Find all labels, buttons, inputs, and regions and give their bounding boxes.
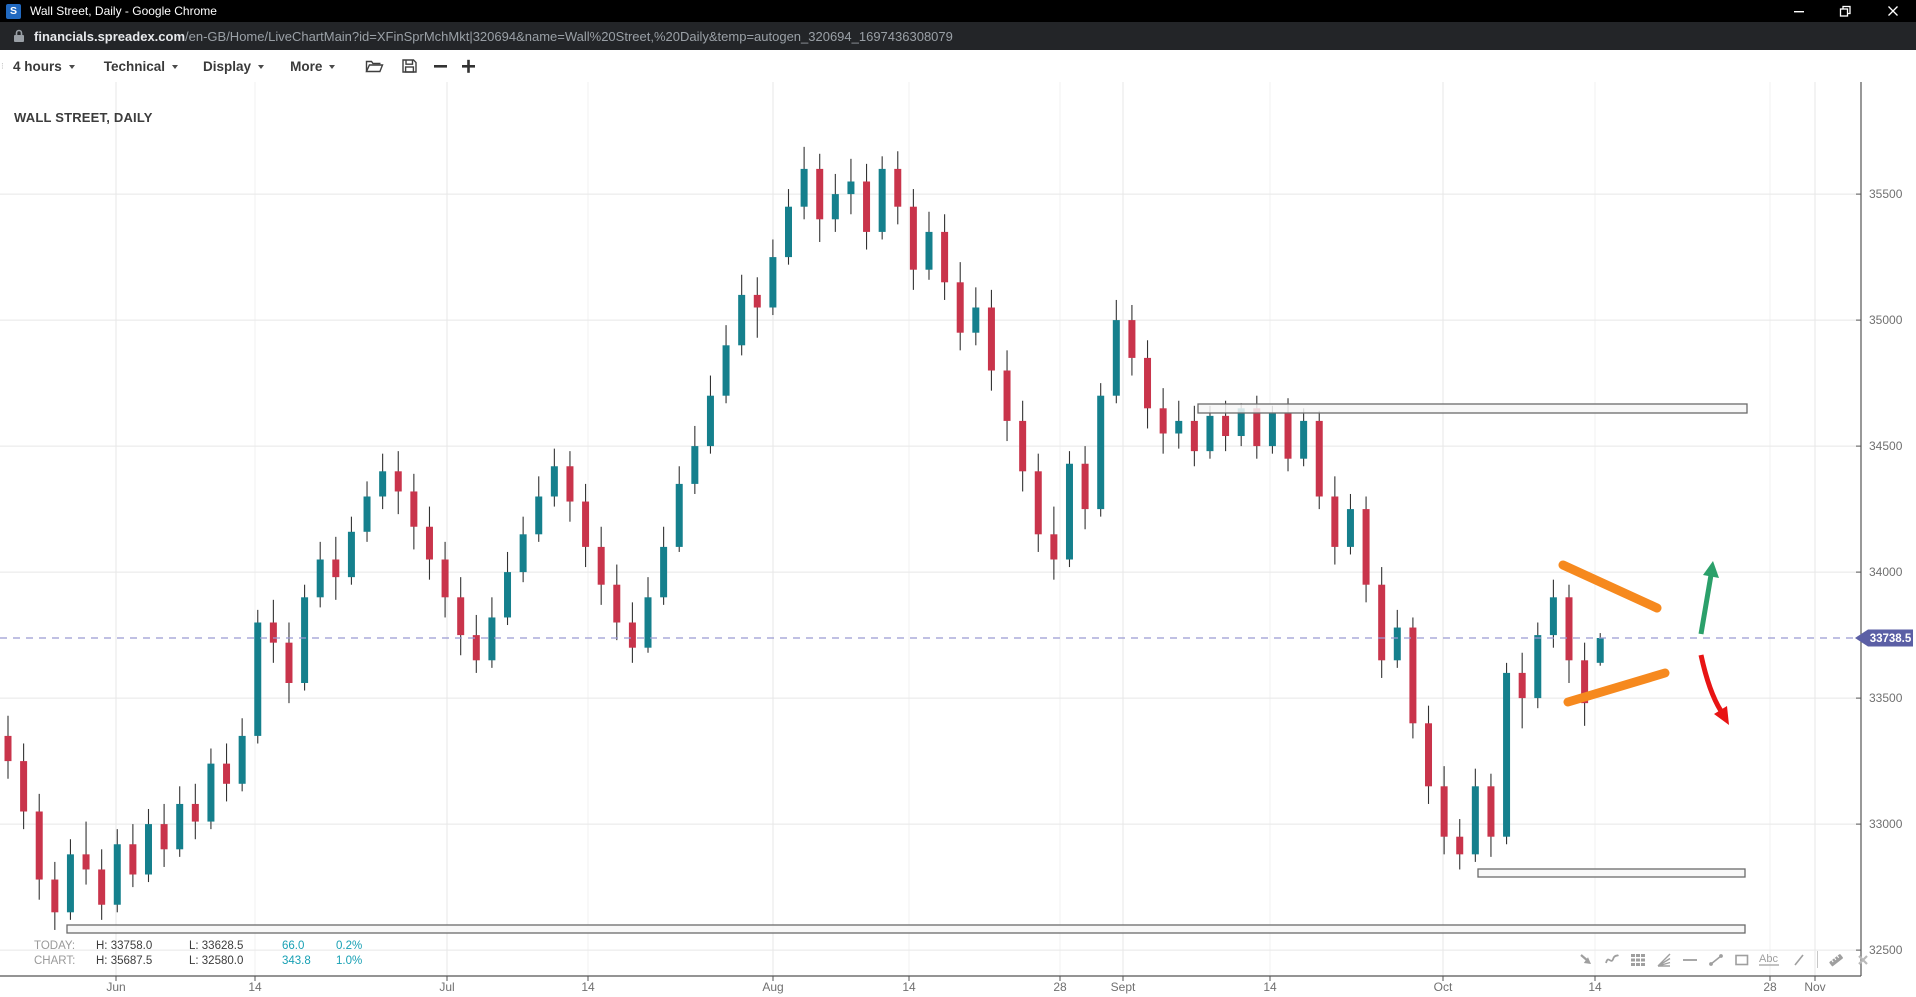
stats-row-chart: CHART: H: 35687.5 L: 32580.0 343.8 1.0% [34, 954, 382, 969]
fan-lines-tool-button[interactable] [1654, 950, 1673, 969]
svg-text:Jul: Jul [439, 980, 454, 994]
svg-text:Aug: Aug [762, 980, 783, 994]
url-domain: financials.spreadex.com [34, 29, 185, 44]
arrow-icon [1577, 951, 1595, 969]
close-icon [1887, 5, 1899, 17]
stats-high: H: 33758.0 [96, 939, 189, 954]
gripper-icon: ⁝ [1, 64, 7, 69]
zoom-in-button[interactable] [461, 58, 476, 74]
window-controls [1775, 0, 1916, 22]
fan-lines-icon [1655, 951, 1673, 969]
plus-icon [461, 58, 476, 74]
technical-dropdown[interactable]: Technical [104, 59, 178, 74]
horizontal-line-icon [1681, 951, 1699, 969]
window-title: Wall Street, Daily - Google Chrome [30, 4, 217, 18]
browser-window: 35500 35000 34500 34000 33500 33000 32500 Jun 14… [0, 0, 1916, 997]
stats-low: L: 33628.5 [189, 939, 282, 954]
trend-line-tool-button[interactable] [1706, 950, 1725, 969]
chart-toolbar: ⁝ 4 hours Technical Display More [0, 50, 1916, 82]
display-dropdown[interactable]: Display [203, 59, 264, 74]
svg-text:14: 14 [902, 980, 916, 994]
chevron-down-icon [172, 65, 178, 69]
ruler-tool-button[interactable] [1827, 950, 1846, 969]
text-tool-icon: Abc [1758, 951, 1782, 969]
zoom-out-button[interactable] [433, 58, 448, 74]
line-tool-button[interactable] [1789, 950, 1808, 969]
url-text: financials.spreadex.com/en-GB/Home/LiveC… [34, 29, 953, 44]
lock-icon [13, 29, 25, 43]
drawing-toolbar: Abc [1576, 950, 1872, 969]
text-tool-button[interactable]: Abc [1758, 950, 1782, 969]
curve-tool-button[interactable] [1602, 950, 1621, 969]
spreadex-favicon: S [6, 4, 21, 19]
save-icon [401, 58, 418, 74]
open-chart-button[interactable] [365, 58, 384, 74]
svg-text:33738.5: 33738.5 [1870, 633, 1912, 645]
save-chart-button[interactable] [401, 58, 418, 74]
svg-text:Oct: Oct [1434, 980, 1453, 994]
close-drawbar-button[interactable] [1853, 950, 1872, 969]
close-x-icon [1856, 953, 1870, 967]
chart-stats: TODAY: H: 33758.0 L: 33628.5 66.0 0.2% C… [34, 939, 382, 969]
stats-percent: 0.2% [336, 939, 382, 954]
ruler-icon [1827, 951, 1846, 969]
stats-percent: 1.0% [336, 954, 382, 969]
svg-text:28: 28 [1053, 980, 1067, 994]
curve-icon [1603, 951, 1621, 969]
table-tool-button[interactable] [1628, 950, 1647, 969]
svg-text:14: 14 [1263, 980, 1277, 994]
rectangle-icon [1733, 951, 1751, 969]
window-titlebar: S Wall Street, Daily - Google Chrome [0, 0, 1916, 22]
trend-line-icon [1707, 951, 1725, 969]
arrow-tool-button[interactable] [1576, 950, 1595, 969]
chevron-down-icon [258, 65, 264, 69]
svg-text:14: 14 [1588, 980, 1602, 994]
svg-text:Nov: Nov [1804, 980, 1825, 994]
stats-label: CHART: [34, 954, 96, 969]
toolbar-divider [1817, 951, 1818, 968]
stats-high: H: 35687.5 [96, 954, 189, 969]
svg-text:14: 14 [248, 980, 262, 994]
timeframe-dropdown[interactable]: 4 hours [13, 59, 75, 74]
restore-button[interactable] [1822, 0, 1869, 22]
rectangle-tool-button[interactable] [1732, 950, 1751, 969]
svg-text:Abc: Abc [1759, 953, 1778, 965]
restore-icon [1839, 5, 1852, 18]
more-dropdown[interactable]: More [290, 59, 335, 74]
address-bar[interactable]: financials.spreadex.com/en-GB/Home/LiveC… [0, 22, 1916, 50]
table-grid-icon [1629, 951, 1647, 969]
stats-change: 343.8 [282, 954, 336, 969]
technical-label: Technical [104, 59, 165, 74]
minus-icon [433, 58, 448, 74]
svg-text:34000: 34000 [1869, 565, 1903, 579]
svg-text:33000: 33000 [1869, 817, 1903, 831]
chevron-down-icon [329, 65, 335, 69]
more-label: More [290, 59, 322, 74]
svg-text:28: 28 [1763, 980, 1777, 994]
stats-row-today: TODAY: H: 33758.0 L: 33628.5 66.0 0.2% [34, 939, 382, 954]
svg-text:33500: 33500 [1869, 691, 1903, 705]
chart-symbol-title: WALL STREET, DAILY [14, 110, 153, 125]
line-icon [1790, 951, 1808, 969]
svg-text:34500: 34500 [1869, 439, 1903, 453]
svg-text:35000: 35000 [1869, 313, 1903, 327]
price-chart-canvas[interactable]: 35500 35000 34500 34000 33500 33000 32500 Jun 14… [0, 0, 1916, 997]
svg-text:14: 14 [581, 980, 595, 994]
close-button[interactable] [1869, 0, 1916, 22]
timeframe-label: 4 hours [13, 59, 62, 74]
open-folder-icon [365, 58, 384, 74]
horizontal-line-tool-button[interactable] [1680, 950, 1699, 969]
svg-text:32500: 32500 [1869, 943, 1903, 957]
stats-low: L: 32580.0 [189, 954, 282, 969]
minimize-icon [1793, 5, 1805, 17]
stats-change: 66.0 [282, 939, 336, 954]
display-label: Display [203, 59, 251, 74]
svg-text:35500: 35500 [1869, 187, 1903, 201]
url-path: /en-GB/Home/LiveChartMain?id=XFinSprMchM… [185, 29, 953, 44]
minimize-button[interactable] [1775, 0, 1822, 22]
svg-text:Sept: Sept [1111, 980, 1136, 994]
svg-text:Jun: Jun [106, 980, 125, 994]
chevron-down-icon [69, 65, 75, 69]
stats-label: TODAY: [34, 939, 96, 954]
